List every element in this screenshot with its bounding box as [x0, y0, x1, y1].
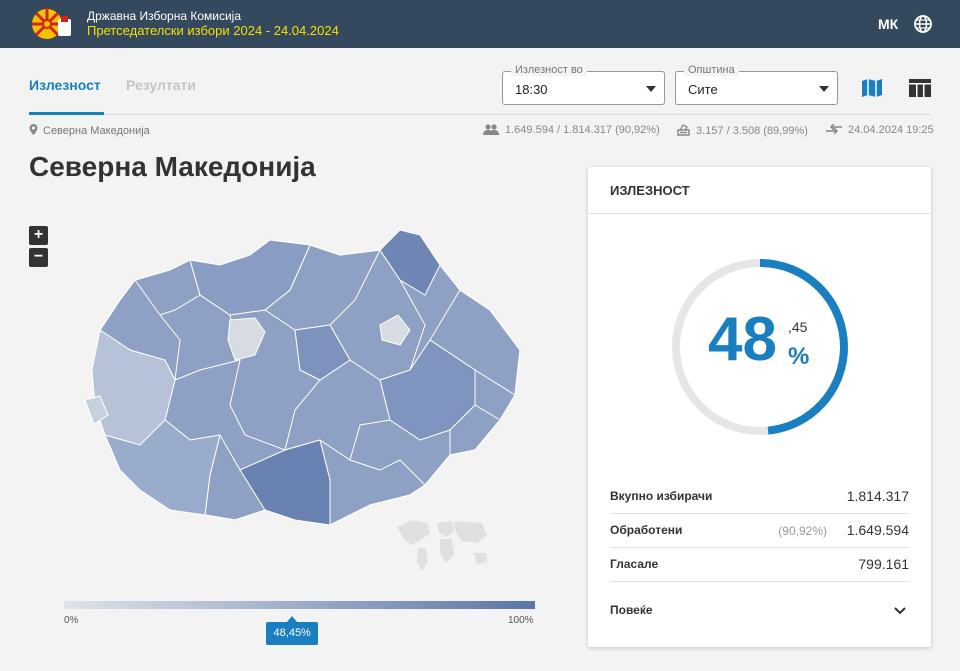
voted-row: Гласале 799.161 [610, 548, 909, 582]
card-title: ИЗЛЕЗНОСТ [610, 183, 690, 198]
gauge-integer: 48 [708, 305, 777, 374]
voted-label: Гласале [610, 557, 659, 571]
election-title: Претседателски избори 2024 - 24.04.2024 [87, 23, 339, 38]
zoom-out-button[interactable]: − [29, 248, 48, 267]
turnout-time-value: 18:30 [515, 82, 548, 97]
scale-min-label: 0% [64, 615, 79, 626]
total-voters-row: Вкупно избирачи 1.814.317 [610, 480, 909, 514]
org-name: Државна Изборна Комисија [87, 9, 242, 23]
world-mini-map [397, 520, 487, 571]
tabs-divider [29, 114, 931, 115]
processed-percent: (90,92%) [778, 524, 827, 538]
color-scale-bar [64, 601, 535, 609]
tab-results[interactable]: Резултати [126, 77, 196, 93]
processed-row: Обработени (90,92%) 1.649.594 [610, 514, 909, 548]
turnout-time-label: Излезност во [511, 64, 587, 76]
voters-stat-text: 1.649.594 / 1.814.317 (90,92%) [505, 124, 660, 136]
scale-marker: 48,45% [266, 616, 319, 645]
page-title: Северна Македонија [29, 151, 316, 182]
dik-logo[interactable] [30, 6, 74, 42]
total-voters-value: 1.814.317 [846, 488, 909, 504]
map-icon[interactable] [860, 76, 884, 100]
processed-label: Обработени [610, 523, 683, 537]
chevron-down-icon [646, 86, 656, 92]
voted-value: 799.161 [858, 556, 909, 572]
turnout-time-select[interactable]: Излезност во 18:30 [502, 64, 665, 105]
globe-icon[interactable] [913, 14, 933, 34]
more-toggle-label[interactable]: Повеќе [610, 603, 653, 617]
chevron-down-icon[interactable] [893, 604, 907, 618]
zoom-in-button[interactable]: + [29, 226, 48, 245]
language-code[interactable]: МК [878, 16, 898, 32]
sync-arrows-icon [826, 123, 842, 135]
polling-stations-stat: 3.157 / 3.508 (89,99%) [677, 124, 808, 137]
gauge-decimal: ,45 [788, 319, 808, 335]
municipality-label: Општина [684, 64, 739, 76]
card-divider [588, 213, 931, 214]
total-voters-label: Вкупно избирачи [610, 489, 713, 503]
municipality-select[interactable]: Општина Сите [675, 64, 838, 105]
breadcrumb[interactable]: Северна Македонија [29, 124, 150, 137]
last-update-stat: 24.04.2024 19:25 [826, 123, 934, 136]
gauge-percent-sign: % [788, 343, 810, 370]
turnout-card: ИЗЛЕЗНОСТ 48 ,45 % Вкупно избирачи 1.814… [588, 167, 931, 647]
municipality-value: Сите [688, 82, 718, 97]
voters-stat: 1.649.594 / 1.814.317 (90,92%) [483, 124, 660, 136]
location-pin-icon [29, 124, 38, 135]
last-update-text: 24.04.2024 19:25 [848, 124, 934, 136]
active-tab-indicator [29, 112, 104, 115]
table-icon[interactable] [908, 76, 932, 100]
tab-turnout[interactable]: Излезност [29, 77, 101, 93]
ballot-box-icon [677, 124, 690, 136]
scale-max-label: 100% [508, 615, 534, 626]
processed-value: 1.649.594 [846, 522, 909, 538]
polling-stations-stat-text: 3.157 / 3.508 (89,99%) [696, 125, 808, 137]
breadcrumb-label: Северна Македонија [43, 125, 150, 137]
choropleth-map[interactable] [80, 220, 530, 540]
people-icon [483, 124, 499, 135]
top-bar: Државна Изборна Комисија Претседателски … [0, 0, 960, 48]
chevron-down-icon [819, 86, 829, 92]
